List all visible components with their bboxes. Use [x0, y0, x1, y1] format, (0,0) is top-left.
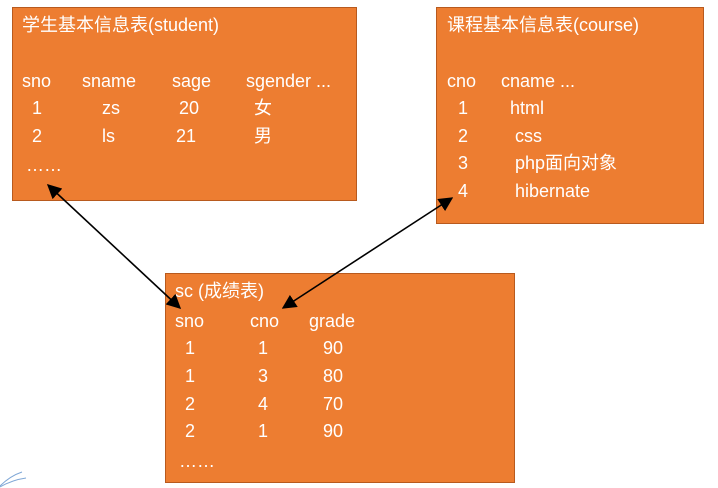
relationship-arrows	[46, 184, 454, 309]
student-sc-arrow	[46, 184, 182, 309]
course-sc-arrow	[281, 197, 454, 309]
corner-decoration-icon	[0, 471, 27, 488]
